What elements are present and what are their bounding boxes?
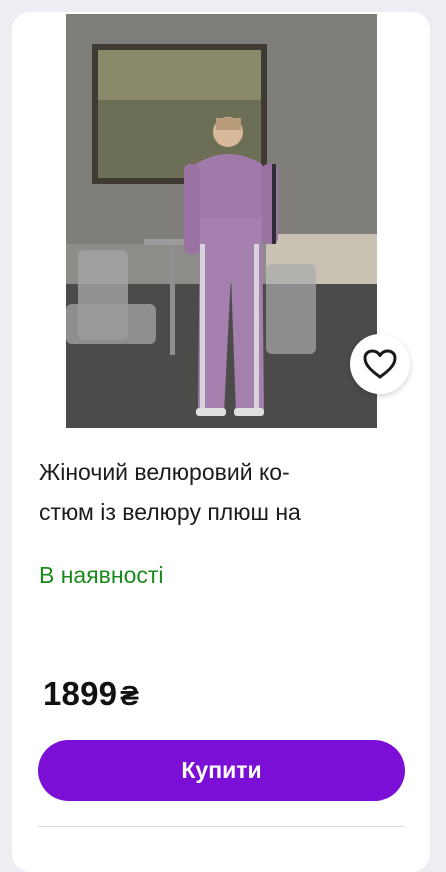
product-photo-illustration [66, 14, 377, 428]
product-title-line-2: стюм із велюру плюш на [39, 499, 301, 525]
product-price: 1899 ₴ [43, 675, 139, 713]
product-card[interactable]: Жіночий велюровий ко- стюм із велюру плю… [12, 12, 430, 872]
price-currency: ₴ [120, 680, 139, 711]
product-photo[interactable] [66, 14, 377, 428]
product-title-line-1: Жіночий велюровий ко- [39, 459, 290, 485]
divider [38, 826, 405, 827]
buy-button[interactable]: Купити [38, 740, 405, 801]
availability-status: В наявності [39, 562, 164, 588]
product-title[interactable]: Жіночий велюровий ко- стюм із велюру плю… [39, 452, 389, 532]
price-value: 1899 [43, 675, 118, 712]
favorite-button[interactable] [350, 334, 410, 394]
heart-icon [363, 349, 397, 379]
